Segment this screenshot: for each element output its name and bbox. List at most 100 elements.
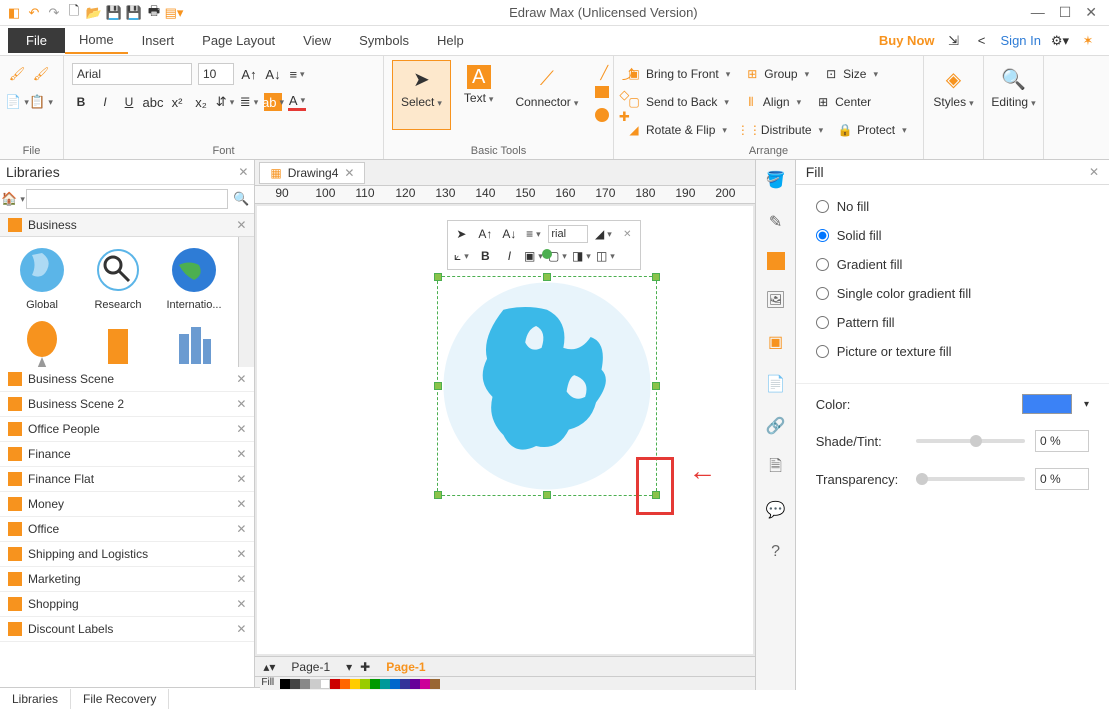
- fill-option-gradient[interactable]: Gradient fill: [816, 257, 1089, 272]
- open-icon[interactable]: 📂: [86, 5, 102, 21]
- color-swatch[interactable]: [410, 679, 420, 689]
- connector-icon[interactable]: ⟀: [452, 247, 470, 265]
- tab-view[interactable]: View: [289, 28, 345, 53]
- center-button[interactable]: ⊞Center: [811, 92, 875, 112]
- color-picker[interactable]: [1022, 394, 1072, 414]
- transparency-slider[interactable]: [916, 477, 1025, 481]
- category-item[interactable]: Shopping✕: [0, 592, 254, 617]
- decrease-font-icon[interactable]: A↓: [264, 65, 282, 83]
- shade-value-input[interactable]: 0 %: [1035, 430, 1089, 452]
- color-swatch[interactable]: [310, 679, 320, 689]
- fill-option-pattern[interactable]: Pattern fill: [816, 315, 1089, 330]
- select-tool[interactable]: ➤Select: [392, 60, 451, 130]
- libraries-close-icon[interactable]: ✕: [238, 165, 248, 179]
- shadow-icon[interactable]: ◨: [572, 247, 590, 265]
- file-menu[interactable]: File: [8, 28, 65, 53]
- color-swatch[interactable]: [340, 679, 350, 689]
- pointer-icon[interactable]: ➤: [452, 225, 470, 243]
- category-item[interactable]: Business Scene✕: [0, 367, 254, 392]
- resize-handle-tl[interactable]: [434, 273, 442, 281]
- mini-font-select[interactable]: [548, 225, 588, 243]
- category-item[interactable]: Discount Labels✕: [0, 617, 254, 642]
- rect-tool-icon[interactable]: [595, 86, 609, 98]
- shape-panel-icon[interactable]: [767, 252, 785, 270]
- shape-international[interactable]: Internatio...: [160, 245, 228, 311]
- resize-handle-tr[interactable]: [652, 273, 660, 281]
- resize-handle-mr[interactable]: [652, 382, 660, 390]
- color-swatch[interactable]: [350, 679, 360, 689]
- library-search-input[interactable]: [26, 189, 228, 209]
- bring-to-front-button[interactable]: ▣Bring to Front: [622, 64, 734, 84]
- highlight-icon[interactable]: ab: [264, 93, 282, 111]
- note-panel-icon[interactable]: 🗎: [764, 456, 788, 480]
- color-swatch[interactable]: [320, 679, 330, 689]
- selected-shape[interactable]: ←: [437, 276, 657, 496]
- fill-option-solid[interactable]: Solid fill: [816, 228, 1089, 243]
- rotate-flip-button[interactable]: ◢Rotate & Flip: [622, 120, 731, 140]
- tab-help[interactable]: Help: [423, 28, 478, 53]
- fill-option-single-gradient[interactable]: Single color gradient fill: [816, 286, 1089, 301]
- fill-panel-icon[interactable]: 🪣: [764, 168, 788, 192]
- category-item[interactable]: Marketing✕: [0, 567, 254, 592]
- category-item[interactable]: Shipping and Logistics✕: [0, 542, 254, 567]
- circle-tool-icon[interactable]: [595, 108, 609, 122]
- save-icon[interactable]: 💾: [106, 5, 122, 21]
- distribute-button[interactable]: ⋮⋮Distribute: [737, 120, 827, 140]
- comment-panel-icon[interactable]: 💬: [764, 498, 788, 522]
- line-spacing-icon[interactable]: ⇵: [216, 93, 234, 111]
- color-swatch[interactable]: [300, 679, 310, 689]
- close-button[interactable]: ✕: [1085, 4, 1097, 21]
- shape-balloon[interactable]: [8, 319, 76, 367]
- print-icon[interactable]: 🖶: [146, 5, 162, 21]
- italic-button[interactable]: I: [96, 93, 114, 111]
- align-items-button[interactable]: ⫴Align: [739, 92, 805, 112]
- category-close-icon[interactable]: ✕: [236, 218, 246, 232]
- color-swatch[interactable]: [430, 679, 440, 689]
- page-menu-icon[interactable]: ▾: [346, 660, 352, 674]
- size-button[interactable]: ⊡Size: [819, 64, 882, 84]
- bottom-tab-libraries[interactable]: Libraries: [0, 689, 71, 709]
- page-tab-active[interactable]: Page-1: [378, 660, 433, 674]
- increase-font-icon[interactable]: A↑: [240, 65, 258, 83]
- drawing-canvas[interactable]: ➤ A↑ A↓ ≡ ◢ ✕ ⟀ B I ▣ ▢ ◨ ◫: [257, 206, 753, 654]
- fill-panel-close-icon[interactable]: ✕: [1089, 165, 1099, 179]
- help-panel-icon[interactable]: ?: [764, 540, 788, 564]
- line-panel-icon[interactable]: ✎: [764, 210, 788, 234]
- shapes-scrollbar[interactable]: [238, 237, 254, 367]
- shape-research[interactable]: Research: [84, 245, 152, 311]
- page-tab[interactable]: Page-1: [283, 660, 338, 674]
- superscript-button[interactable]: x²: [168, 93, 186, 111]
- styles-button[interactable]: ◈Styles: [932, 60, 975, 114]
- hyperlink-panel-icon[interactable]: 🔗: [764, 414, 788, 438]
- align-icon[interactable]: ≡: [524, 225, 542, 243]
- color-swatch[interactable]: [290, 679, 300, 689]
- category-item[interactable]: Business Scene 2✕: [0, 392, 254, 417]
- shape-building1[interactable]: [84, 319, 152, 367]
- search-icon[interactable]: 🔍: [232, 190, 250, 208]
- layer-panel-icon[interactable]: ▣: [764, 330, 788, 354]
- color-swatch[interactable]: [280, 679, 290, 689]
- color-swatch[interactable]: [370, 679, 380, 689]
- fill-option-none[interactable]: No fill: [816, 199, 1089, 214]
- options-icon[interactable]: ▤▾: [166, 5, 182, 21]
- close-toolbar-icon[interactable]: ✕: [618, 225, 636, 243]
- category-item[interactable]: Finance✕: [0, 442, 254, 467]
- page-panel-icon[interactable]: 📄: [764, 372, 788, 396]
- bottom-tab-file-recovery[interactable]: File Recovery: [71, 689, 169, 709]
- format-painter-icon[interactable]: 🖌: [8, 65, 26, 83]
- add-page-icon[interactable]: ✚: [360, 660, 370, 674]
- gear-icon[interactable]: ⚙▾: [1051, 32, 1069, 50]
- font-size-select[interactable]: [198, 63, 234, 85]
- bullets-icon[interactable]: ≣: [240, 93, 258, 111]
- minimize-button[interactable]: —: [1031, 4, 1045, 21]
- buy-now-link[interactable]: Buy Now: [879, 33, 935, 48]
- font-family-select[interactable]: [72, 63, 192, 85]
- undo-icon[interactable]: ↶: [26, 5, 42, 21]
- text-tool[interactable]: AText: [455, 60, 503, 130]
- color-swatch[interactable]: [390, 679, 400, 689]
- doc-tab-close-icon[interactable]: ✕: [344, 166, 354, 180]
- bold-button[interactable]: B: [72, 93, 90, 111]
- shade-slider[interactable]: [916, 439, 1025, 443]
- color-swatch[interactable]: [400, 679, 410, 689]
- paste-icon[interactable]: 📋: [32, 93, 50, 111]
